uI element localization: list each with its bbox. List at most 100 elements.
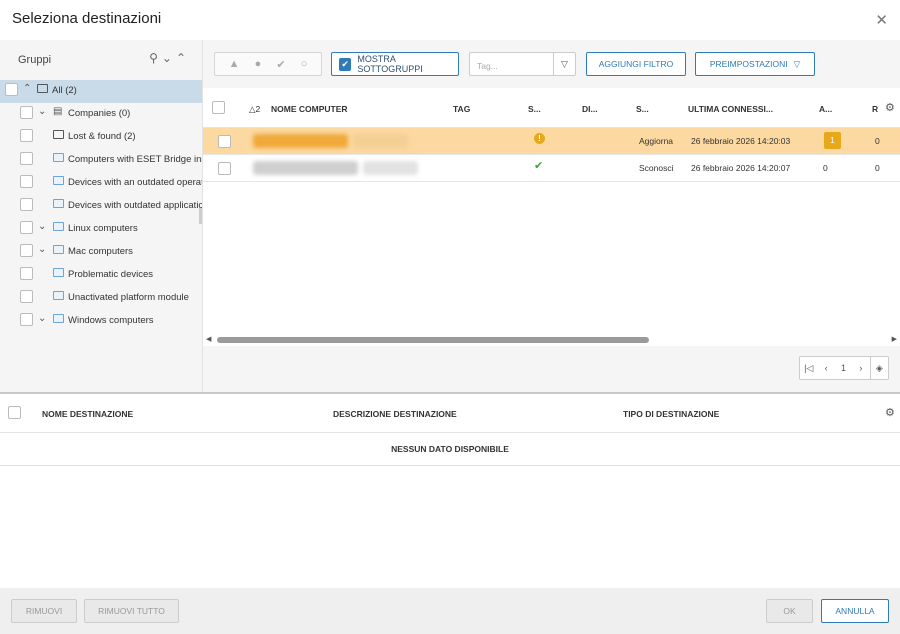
checkbox[interactable] (20, 129, 33, 142)
computer-name-redacted (253, 134, 348, 148)
r-cell: 0 (875, 136, 880, 146)
error-filter-icon[interactable]: ● (255, 58, 262, 70)
tree-item-label: Mac computers (68, 246, 133, 257)
chevron-down-icon[interactable]: ▽ (553, 53, 575, 75)
checkbox[interactable] (20, 244, 33, 257)
layers-icon[interactable]: ◈ (869, 357, 888, 379)
checkbox[interactable] (20, 221, 33, 234)
remove-all-label: RIMUOVI TUTTO (98, 606, 165, 616)
tree-item-outdated-apps[interactable]: Devices with outdated applicatic (0, 195, 202, 218)
chevron-up-icon[interactable]: ⌃ (23, 83, 31, 94)
checkbox[interactable] (20, 290, 33, 303)
column-s[interactable]: S... (636, 104, 649, 114)
tree-item-unactivated[interactable]: Unactivated platform module (0, 287, 202, 310)
cancel-button[interactable]: ANNULLA (821, 599, 889, 623)
destinations-header: NOME DESTINAZIONE DESCRIZIONE DESTINAZIO… (0, 394, 900, 433)
tag-input[interactable]: Tag... ▽ (469, 52, 576, 76)
checkbox[interactable] (20, 175, 33, 188)
ok-filter-icon[interactable]: ✔ (276, 58, 285, 71)
page-number: 1 (841, 363, 847, 373)
checkbox[interactable] (20, 267, 33, 280)
tree-item-label: Unactivated platform module (68, 292, 189, 303)
column-computer-name[interactable]: NOME COMPUTER (271, 104, 348, 114)
tree-item-outdated-os[interactable]: Devices with an outdated operat (0, 172, 202, 195)
remove-all-button[interactable]: RIMUOVI TUTTO (84, 599, 179, 623)
next-page-icon[interactable]: › (852, 363, 869, 373)
r-cell: 0 (875, 163, 880, 173)
chevron-down-icon[interactable]: ⌄ (38, 244, 46, 255)
last-connection-cell: 26 febbraio 2026 14:20:03 (691, 136, 791, 146)
pager-area: |◁ ‹ 1 › ◈ (203, 346, 900, 393)
table-horizontal-scrollbar[interactable]: ◀ ▶ (203, 334, 900, 346)
groups-scrollbar[interactable] (199, 208, 202, 224)
first-page-icon[interactable]: |◁ (800, 363, 817, 374)
folder-icon (53, 130, 64, 139)
none-filter-icon[interactable]: ○ (301, 58, 308, 70)
checkbox[interactable] (20, 198, 33, 211)
column-destination-description[interactable]: DESCRIZIONE DESTINAZIONE (333, 409, 457, 419)
column-a[interactable]: A... (819, 104, 832, 114)
presets-button[interactable]: PREIMPOSTAZIONI ▽ (695, 52, 815, 76)
table-row[interactable]: ! Aggiorna 26 febbraio 2026 14:20:03 1 0 (203, 128, 900, 155)
add-filter-button[interactable]: AGGIUNGI FILTRO (586, 52, 686, 76)
tree-item-windows[interactable]: ⌄ Windows computers (0, 310, 202, 333)
column-destination-name[interactable]: NOME DESTINAZIONE (42, 409, 133, 419)
tree-item-label: Devices with outdated applicatic (68, 200, 202, 211)
row-checkbox[interactable] (218, 135, 231, 148)
checkbox[interactable] (20, 152, 33, 165)
column-last-connection[interactable]: ULTIMA CONNESSI... (688, 104, 773, 114)
table-row[interactable]: ✔ Sconosci 26 febbraio 2026 14:20:07 0 0 (203, 155, 900, 182)
chevron-down-icon[interactable]: ⌄ (38, 106, 46, 117)
tree-item-mac[interactable]: ⌄ Mac computers (0, 241, 202, 264)
tree-item-companies[interactable]: ⌄ ▤ Companies (0) (0, 103, 202, 126)
tree-item-linux[interactable]: ⌄ Linux computers (0, 218, 202, 241)
checkbox[interactable] (5, 83, 18, 96)
dialog-title: Seleziona destinazioni (12, 10, 162, 27)
gear-icon[interactable]: ⚙ (885, 406, 895, 419)
warning-filter-icon[interactable]: ▲ (229, 58, 240, 70)
table-header: △2 NOME COMPUTER TAG S... DI... S... ULT… (203, 88, 900, 128)
prev-page-icon[interactable]: ‹ (817, 363, 834, 373)
tree-item-lost-found[interactable]: Lost & found (2) (0, 126, 202, 149)
dynamic-group-icon (53, 153, 64, 162)
column-tag[interactable]: TAG (453, 104, 470, 114)
ok-check-icon: ✔ (534, 160, 544, 172)
tree-item-problematic[interactable]: Problematic devices (0, 264, 202, 287)
collapse-all-icon[interactable]: ⌃ (176, 51, 190, 65)
column-status[interactable]: S... (528, 104, 541, 114)
close-icon[interactable]: ✕ (875, 11, 888, 29)
tree-item-eset-bridge[interactable]: Computers with ESET Bridge inst (0, 149, 202, 172)
chevron-down-icon[interactable]: ⌄ (38, 313, 46, 324)
checkbox[interactable] (20, 313, 33, 326)
select-all-destinations-checkbox[interactable] (8, 406, 21, 419)
chevron-down-icon[interactable]: ⌄ (38, 221, 46, 232)
computer-ip-redacted (353, 134, 408, 148)
groups-label: Gruppi (18, 54, 52, 66)
scroll-left-icon[interactable]: ◀ (206, 335, 211, 343)
status-filter: ▲ ● ✔ ○ (214, 52, 322, 76)
scrollbar-thumb[interactable] (217, 337, 649, 343)
ok-button[interactable]: OK (766, 599, 813, 623)
tree-item-label: Computers with ESET Bridge inst (68, 154, 202, 165)
computer-name-redacted (253, 161, 358, 175)
checkbox[interactable] (20, 106, 33, 119)
building-icon: ▤ (53, 106, 63, 117)
tree-item-all[interactable]: ⌃ All (2) (0, 80, 202, 103)
scroll-right-icon[interactable]: ▶ (892, 335, 897, 343)
tag-placeholder: Tag... (477, 61, 498, 71)
search-icon[interactable]: ⚲ (149, 51, 162, 65)
gear-icon[interactable]: ⚙ (885, 101, 895, 114)
tree-item-label: Companies (0) (68, 108, 131, 119)
column-di[interactable]: DI... (582, 104, 598, 114)
computer-ip-redacted (363, 161, 418, 175)
computers-table: △2 NOME COMPUTER TAG S... DI... S... ULT… (203, 88, 900, 344)
remove-button[interactable]: RIMUOVI (11, 599, 77, 623)
show-subgroups-label: MOSTRA SOTTOGRUPPI (357, 54, 423, 74)
row-checkbox[interactable] (218, 162, 231, 175)
column-r[interactable]: R (872, 104, 878, 114)
show-subgroups-toggle[interactable]: ✔ MOSTRA SOTTOGRUPPI (331, 52, 459, 76)
tree-item-label: Devices with an outdated operat (68, 177, 202, 188)
select-all-checkbox[interactable] (212, 101, 225, 114)
expand-all-icon[interactable]: ⌄ (162, 51, 176, 65)
column-destination-type[interactable]: TIPO DI DESTINAZIONE (623, 409, 719, 419)
